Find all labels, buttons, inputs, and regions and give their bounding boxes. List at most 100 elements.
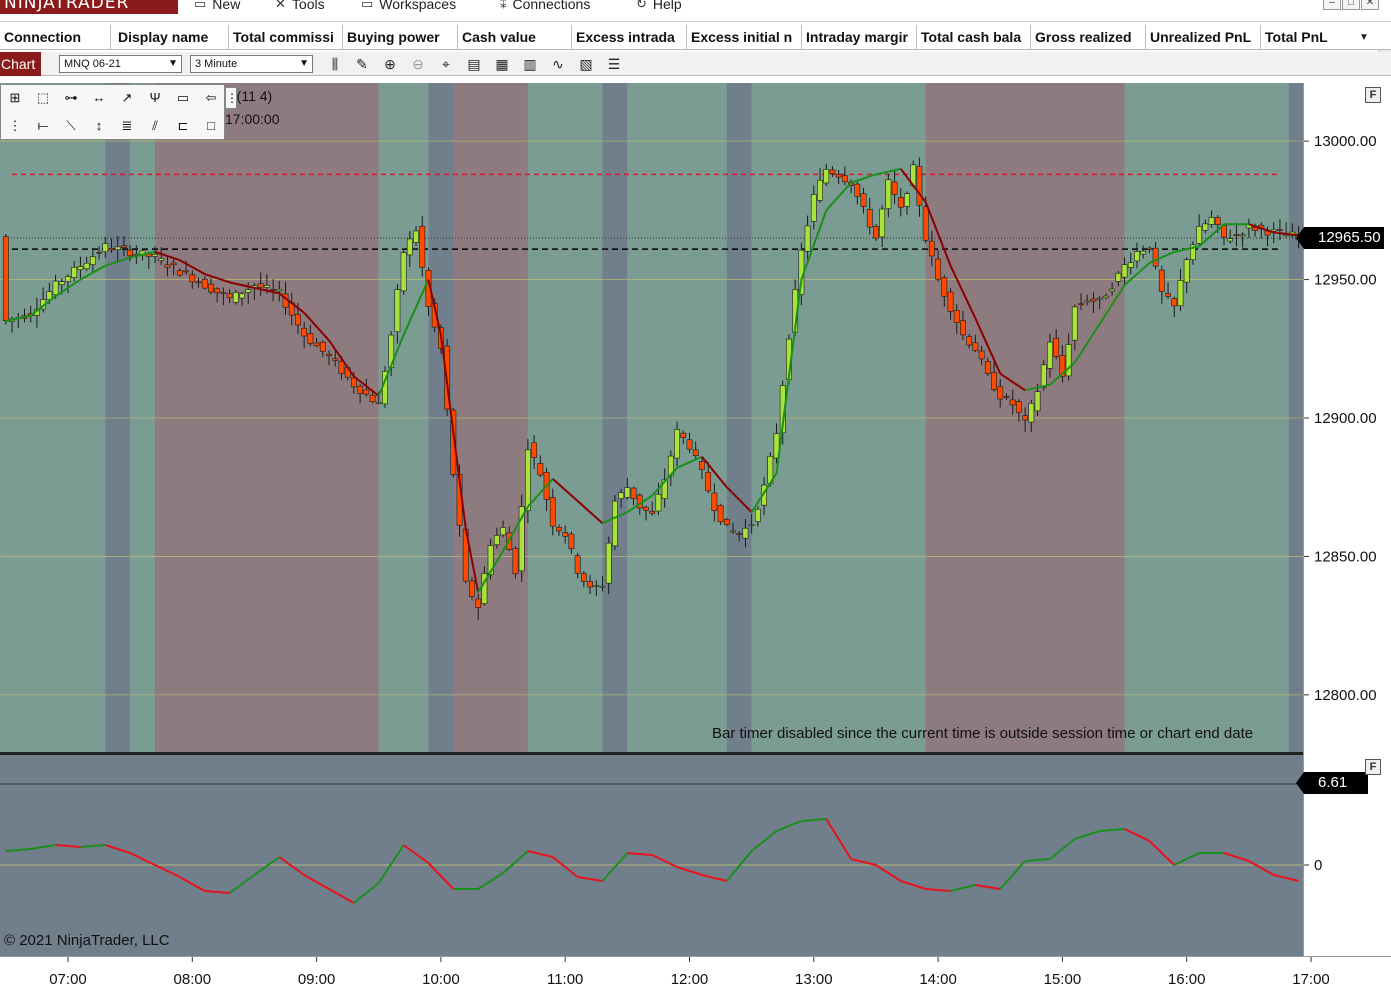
price-chart[interactable]: [0, 83, 1303, 753]
oscillator-segment: [377, 844, 405, 884]
menu-tools[interactable]: ✕ Tools: [275, 0, 325, 13]
candle-body: [643, 506, 649, 511]
palette-grip-handle[interactable]: ⋮: [225, 87, 238, 109]
candle-body: [1158, 269, 1165, 292]
candle-body: [226, 293, 233, 299]
menu-connections[interactable]: ⁑ Connections: [500, 0, 590, 13]
chart-toolbar: Chart MNQ 06-21 ▼ 3 Minute ▼ ⫼ ✎ ⊕ ⊖ ⌖ ▤ ▦…: [0, 52, 1391, 76]
interval-selector[interactable]: 3 Minute ▼: [190, 55, 313, 73]
zoom-out-icon[interactable]: ⊖: [408, 55, 428, 73]
time-axis-label: 10:00: [422, 971, 460, 988]
column-header-connection[interactable]: Connection: [0, 25, 111, 50]
column-chooser-dropdown[interactable]: ▼: [1352, 25, 1376, 50]
candle-body: [1096, 297, 1103, 300]
ninjatrader-window: NINJATRADER ▭ New ✕ Tools ▭ Workspaces ⁑ Con…: [0, 0, 1391, 997]
vertical-line-tool-icon[interactable]: ↕: [88, 115, 110, 137]
indicator-panel-maximize-button[interactable]: F: [1365, 759, 1381, 775]
candle-body: [170, 262, 177, 266]
candle-body: [512, 548, 519, 574]
candle-body: [562, 532, 569, 537]
column-header-total-commission[interactable]: Total commissi: [229, 25, 343, 50]
candle-body: [1214, 217, 1221, 226]
drawing-tools-palette: ⊞ ⬚ ⊶ ↔ ↗ Ψ ▭ ⇦ ⋮ ⟝ ⟍ ↕ ≣ ⫽ ⊏ □ ⋮: [0, 84, 238, 140]
square-tool-icon[interactable]: □: [200, 115, 222, 137]
extended-line-tool-icon[interactable]: ↔: [88, 87, 110, 109]
menu-new[interactable]: ▭ New: [194, 0, 240, 13]
templates-icon[interactable]: ▧: [576, 55, 596, 73]
candle-body: [810, 194, 817, 222]
price-axis-label: 12800.00: [1314, 687, 1377, 704]
column-header-buying-power[interactable]: Buying power: [343, 25, 458, 50]
candle-body: [195, 281, 202, 284]
candle-body: [1047, 341, 1053, 369]
candle-body: [1233, 234, 1240, 236]
price-panel[interactable]: [0, 83, 1303, 753]
menu-workspaces[interactable]: ▭ Workspaces: [361, 0, 456, 13]
candle-body: [1053, 337, 1060, 357]
oscillator-chart[interactable]: [0, 755, 1303, 956]
parallel-channel-tool-icon[interactable]: ⫽: [144, 115, 166, 137]
oscillator-segment: [1025, 858, 1051, 862]
region-tool-icon[interactable]: ⬚: [32, 87, 54, 109]
data-box-icon[interactable]: ▤: [464, 55, 484, 73]
time-axis[interactable]: 07:00 08:00 09:00 10:00 11:00 12:00 13:00 14:00…: [0, 956, 1391, 997]
candle-body: [580, 573, 587, 582]
horizontal-line-tool-icon[interactable]: ⟝: [32, 115, 54, 137]
candle-body: [730, 530, 736, 533]
candle-body: [500, 527, 506, 536]
rectangle-tool-icon[interactable]: ▭: [172, 87, 194, 109]
line-tool-icon[interactable]: ⟍: [60, 115, 82, 137]
label-tool-icon[interactable]: ⇦: [200, 87, 222, 109]
zoom-in-icon[interactable]: ⊕: [380, 55, 400, 73]
menu-help[interactable]: ↻ Help: [636, 0, 682, 13]
strategies-icon[interactable]: ∿: [548, 55, 568, 73]
menu-bar: NINJATRADER ▭ New ✕ Tools ▭ Workspaces ⁑ Con…: [0, 0, 1391, 22]
candle-body: [829, 169, 836, 174]
arrow-line-tool-icon[interactable]: ↗: [116, 87, 138, 109]
ruler-tool-icon[interactable]: ⊞: [4, 87, 26, 109]
candle-body: [649, 511, 656, 514]
indicator-panel[interactable]: [0, 755, 1303, 956]
connections-icon: ⁑: [500, 0, 507, 11]
panel-maximize-button[interactable]: F: [1365, 87, 1381, 103]
candle-body: [997, 386, 1004, 400]
price-axis-label: 12950.00: [1314, 272, 1377, 289]
candle-body: [717, 505, 724, 523]
close-button[interactable]: ✕: [1361, 0, 1379, 10]
gann-fan-tool-icon[interactable]: ⊏: [172, 115, 194, 137]
time-cycles-tool-icon[interactable]: ⋮: [4, 115, 26, 137]
price-axis[interactable]: 13000.00 12950.00 12900.00 12850.00 12800.00…: [1303, 83, 1391, 956]
crosshair-icon[interactable]: ⌖: [436, 55, 456, 73]
column-header-excess-intraday[interactable]: Excess intrada: [572, 25, 687, 50]
maximize-button[interactable]: □: [1342, 0, 1360, 10]
chart-tab[interactable]: Chart: [0, 52, 41, 76]
fibonacci-tool-icon[interactable]: ≣: [116, 115, 138, 137]
column-header-gross-realized[interactable]: Gross realized: [1031, 25, 1146, 50]
instrument-selector[interactable]: MNQ 06-21 ▼: [59, 55, 182, 73]
candle-body: [164, 264, 171, 268]
column-header-display-name[interactable]: Display name: [114, 25, 229, 50]
properties-icon[interactable]: ☰: [604, 55, 624, 73]
oscillator-segment: [253, 856, 280, 876]
column-header-cash-value[interactable]: Cash value: [458, 25, 572, 50]
oscillator-segment: [1099, 828, 1125, 832]
ray-tool-icon[interactable]: ⊶: [60, 87, 82, 109]
column-header-intraday-margin[interactable]: Intraday margir: [802, 25, 917, 50]
time-axis-label: 11:00: [547, 971, 583, 988]
minimize-button[interactable]: –: [1323, 0, 1341, 10]
andrews-pitchfork-tool-icon[interactable]: Ψ: [144, 87, 166, 109]
column-header-excess-initial[interactable]: Excess initial n: [687, 25, 802, 50]
candle-body: [1028, 403, 1035, 423]
indicators-icon[interactable]: ▥: [520, 55, 540, 73]
bar-type-icon[interactable]: ⫼: [325, 55, 345, 73]
candle-body: [736, 533, 743, 535]
maximize-icon: □: [1347, 0, 1355, 8]
column-header-total-cash-balance[interactable]: Total cash bala: [917, 25, 1031, 50]
price-axis-labels: 13000.00 12950.00 12900.00 12850.00 12800.00…: [1304, 133, 1377, 874]
oscillator-segment: [477, 872, 504, 890]
candle-body: [1208, 217, 1215, 225]
column-header-unrealized-pnl[interactable]: Unrealized PnL: [1146, 25, 1261, 50]
chart-trader-icon[interactable]: ▦: [492, 55, 512, 73]
candle-body: [537, 463, 544, 476]
drawing-tool-icon[interactable]: ✎: [352, 55, 372, 73]
